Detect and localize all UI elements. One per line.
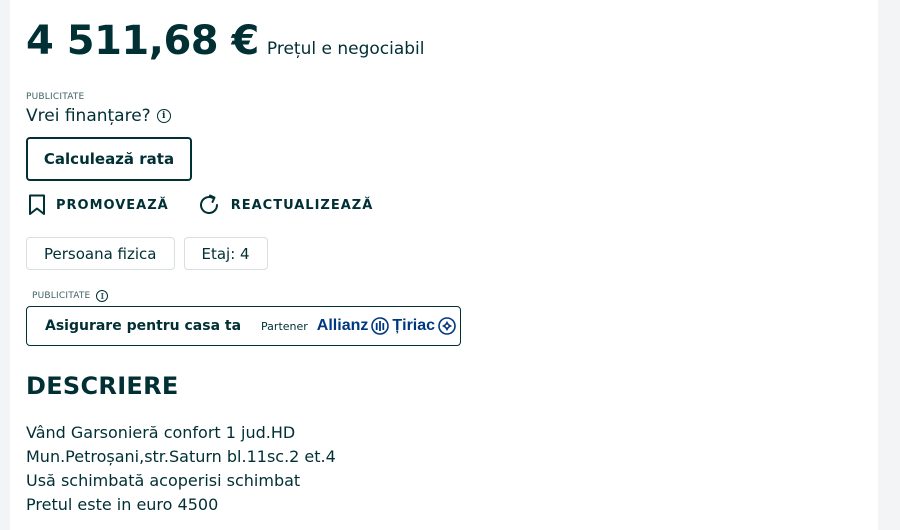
partner-logo: Allianz Țiriac xyxy=(314,317,456,335)
brand-first-word: Allianz xyxy=(316,317,369,334)
tag-seller-type: Persoana fizica xyxy=(26,237,175,270)
description-line: Mun.Petroșani,str.Saturn bl.11sc.2 et.4 xyxy=(26,447,336,466)
description-line: Vând Garsonieră confort 1 jud.HD xyxy=(26,423,296,442)
description-title: DESCRIERE xyxy=(26,372,179,400)
listing-actions: PROMOVEAZĂ REACTUALIZEAZĂ xyxy=(28,193,401,217)
calculate-rate-button[interactable]: Calculează rata xyxy=(26,137,192,181)
price-amount: 4 511,68 € xyxy=(26,18,259,64)
info-icon[interactable]: i xyxy=(96,290,109,302)
listing-card: 4 511,68 € Prețul e negociabil PUBLICITA… xyxy=(10,0,878,530)
description-line: Pretul este in euro 4500 xyxy=(26,495,219,514)
allianz-logo-icon xyxy=(371,317,390,335)
insurance-ad-label-row: PUBLICITATE i xyxy=(32,290,109,302)
insurance-banner[interactable]: Asigurare pentru casa ta Partener Allian… xyxy=(26,306,461,346)
bookmark-icon xyxy=(29,194,45,215)
brand-second-word: Țiriac xyxy=(392,317,436,334)
promote-button[interactable]: PROMOVEAZĂ xyxy=(28,194,169,216)
description-body: Vând Garsonieră confort 1 jud.HD Mun.Pet… xyxy=(26,421,336,517)
partner-label: Partener xyxy=(261,319,308,333)
description-line: Usă schimbată acoperisi schimbat xyxy=(26,471,301,490)
price-negotiable-note: Prețul e negociabil xyxy=(266,39,425,59)
insurance-title: Asigurare pentru casa ta xyxy=(45,318,242,334)
refresh-button[interactable]: REACTUALIZEAZĂ xyxy=(197,193,374,217)
financing-question-text: Vrei finanțare? xyxy=(26,106,151,126)
info-icon[interactable]: i xyxy=(156,109,171,123)
listing-tags: Persoana fizica Etaj: 4 xyxy=(26,237,277,270)
promote-label: PROMOVEAZĂ xyxy=(56,197,169,213)
tag-floor: Etaj: 4 xyxy=(183,237,268,270)
refresh-label: REACTUALIZEAZĂ xyxy=(230,197,374,213)
refresh-icon xyxy=(199,194,218,214)
financing-question: Vrei finanțare? i xyxy=(26,106,171,126)
price-row: 4 511,68 € Prețul e negociabil xyxy=(26,18,424,64)
tiriac-logo-icon xyxy=(438,317,456,335)
insurance-ad-label: PUBLICITATE xyxy=(32,291,91,301)
financing-ad-label: PUBLICITATE xyxy=(26,92,85,102)
